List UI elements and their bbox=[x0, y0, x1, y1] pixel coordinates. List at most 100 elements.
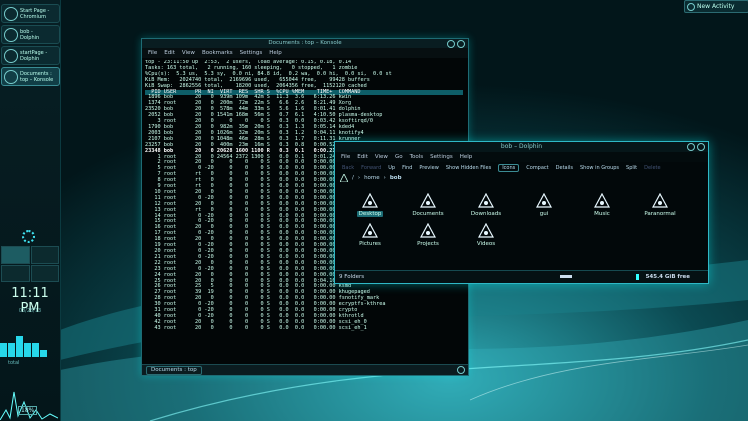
folder-icon bbox=[362, 193, 378, 208]
menu-go[interactable]: Go bbox=[395, 152, 403, 162]
zoom-slider[interactable] bbox=[560, 275, 572, 278]
folder-item[interactable]: Paranormal bbox=[635, 193, 685, 217]
date: 03/28/13 bbox=[18, 308, 42, 314]
terminal-tab[interactable]: Documents : top bbox=[146, 366, 202, 375]
folder-icon bbox=[478, 193, 494, 208]
breadcrumb-bob[interactable]: bob bbox=[390, 175, 402, 181]
breadcrumb: / › home › bob bbox=[335, 173, 708, 183]
menu-bar: File Edit View Bookmarks Settings Help bbox=[142, 48, 468, 58]
folder-label: Pictures bbox=[359, 241, 381, 247]
details-view-button[interactable]: Details bbox=[556, 165, 573, 171]
net-label: total bbox=[8, 360, 20, 366]
folder-item[interactable]: Projects bbox=[403, 223, 453, 247]
chevron-right-icon: › bbox=[383, 175, 386, 181]
task-dolphin-bob[interactable]: bob - Dolphin bbox=[1, 25, 60, 44]
chevron-right-icon: › bbox=[357, 175, 361, 181]
menu-file[interactable]: File bbox=[148, 48, 157, 58]
desktop-4[interactable] bbox=[30, 264, 59, 282]
folder-item[interactable]: Music bbox=[577, 193, 627, 217]
window-titlebar[interactable]: bob – Dolphin bbox=[335, 142, 708, 152]
desktop-3[interactable] bbox=[1, 264, 30, 282]
folder-item[interactable]: gui bbox=[519, 193, 569, 217]
folder-label: Videos bbox=[476, 241, 496, 247]
folder-item[interactable]: Downloads bbox=[461, 193, 511, 217]
cpu-monitor bbox=[0, 336, 58, 362]
minimize-icon[interactable] bbox=[447, 40, 455, 48]
folder-label: Downloads bbox=[470, 211, 502, 217]
menu-view[interactable]: View bbox=[182, 48, 195, 58]
folder-icon bbox=[420, 223, 436, 238]
close-icon[interactable] bbox=[457, 40, 465, 48]
task-dolphin-startpage[interactable]: startPage - Dolphin bbox=[1, 46, 60, 65]
window-title: bob – Dolphin bbox=[500, 143, 543, 150]
activity-icon bbox=[687, 2, 695, 11]
task-chromium[interactable]: Start Page - Chromium bbox=[1, 4, 60, 23]
task-label: Documents : top – Konsole bbox=[20, 70, 54, 83]
folder-label: Projects bbox=[417, 241, 439, 247]
task-label: Start Page - Chromium bbox=[20, 7, 50, 20]
folder-icon bbox=[478, 223, 494, 238]
task-label: startPage - Dolphin bbox=[20, 49, 48, 62]
menu-edit[interactable]: Edit bbox=[357, 152, 368, 162]
folder-label: Desktop bbox=[356, 211, 384, 217]
folder-item[interactable]: Desktop bbox=[345, 193, 395, 217]
up-button[interactable]: Up bbox=[388, 165, 395, 171]
terminal-tab-bar: Documents : top bbox=[142, 364, 468, 375]
menu-edit[interactable]: Edit bbox=[164, 48, 175, 58]
activity-ring-icon[interactable] bbox=[22, 230, 35, 243]
task-konsole[interactable]: Documents : top – Konsole bbox=[1, 67, 60, 86]
preview-button[interactable]: Preview bbox=[419, 165, 438, 171]
show-in-groups-button[interactable]: Show in Groups bbox=[580, 165, 619, 171]
dolphin-window[interactable]: bob – Dolphin File Edit View Go Tools Se… bbox=[334, 141, 709, 284]
delete-button[interactable]: Delete bbox=[644, 165, 660, 171]
disk-usage-bar bbox=[636, 274, 639, 280]
left-task-panel: Start Page - Chromium bob - Dolphin star… bbox=[0, 0, 61, 421]
cpu-percent: 18% bbox=[18, 406, 38, 415]
menu-settings[interactable]: Settings bbox=[240, 48, 263, 58]
desktop-2[interactable] bbox=[30, 246, 59, 264]
compact-view-button[interactable]: Compact bbox=[526, 165, 548, 171]
free-space: 545.4 GiB free bbox=[645, 274, 690, 280]
dolphin-icon bbox=[4, 27, 18, 42]
window-title: Documents : top – Konsole bbox=[268, 40, 342, 46]
window-titlebar[interactable]: Documents : top – Konsole bbox=[142, 39, 468, 48]
menu-bar: File Edit View Go Tools Settings Help bbox=[335, 152, 708, 162]
folder-item[interactable]: Videos bbox=[461, 223, 511, 247]
summary-lines: top - 23:11:50 up 2:53, 2 users, load av… bbox=[145, 60, 463, 90]
desktop-1[interactable] bbox=[1, 246, 30, 264]
close-tab-icon[interactable] bbox=[457, 366, 465, 374]
places-icon[interactable] bbox=[340, 174, 348, 182]
breadcrumb-root[interactable]: / bbox=[352, 175, 354, 181]
task-label: bob - Dolphin bbox=[20, 28, 40, 41]
close-icon[interactable] bbox=[697, 143, 705, 151]
menu-bookmarks[interactable]: Bookmarks bbox=[202, 48, 233, 58]
minimize-icon[interactable] bbox=[687, 143, 695, 151]
folder-icon bbox=[420, 193, 436, 208]
folder-label: Music bbox=[594, 211, 610, 217]
menu-help[interactable]: Help bbox=[269, 48, 282, 58]
folder-item[interactable]: Pictures bbox=[345, 223, 395, 247]
menu-help[interactable]: Help bbox=[460, 152, 473, 162]
new-activity-button[interactable]: New Activity bbox=[684, 0, 748, 13]
folder-icon bbox=[652, 193, 668, 208]
find-button[interactable]: Find bbox=[402, 165, 412, 171]
menu-tools[interactable]: Tools bbox=[410, 152, 424, 162]
back-button[interactable]: Back bbox=[342, 165, 354, 171]
folder-icon bbox=[536, 193, 552, 208]
breadcrumb-home[interactable]: home bbox=[364, 175, 380, 181]
menu-view[interactable]: View bbox=[375, 152, 388, 162]
menu-settings[interactable]: Settings bbox=[430, 152, 453, 162]
forward-button[interactable]: Forward bbox=[361, 165, 381, 171]
folder-icon bbox=[594, 193, 610, 208]
process-row: 43 root 20 0 0 0 0 S 0.0 0.0 0:00.00 scs… bbox=[145, 324, 367, 331]
icons-view-button[interactable]: Icons bbox=[498, 163, 520, 172]
dolphin-icon bbox=[4, 48, 18, 63]
folder-label: Documents bbox=[412, 211, 444, 217]
folder-item[interactable]: Documents bbox=[403, 193, 453, 217]
show-hidden-files-button[interactable]: Show Hidden Files bbox=[446, 165, 491, 171]
menu-file[interactable]: File bbox=[341, 152, 350, 162]
folder-label: gui bbox=[539, 211, 549, 217]
folder-icon bbox=[362, 223, 378, 238]
virtual-desktop-pager[interactable] bbox=[1, 246, 59, 282]
split-button[interactable]: Split bbox=[626, 165, 637, 171]
